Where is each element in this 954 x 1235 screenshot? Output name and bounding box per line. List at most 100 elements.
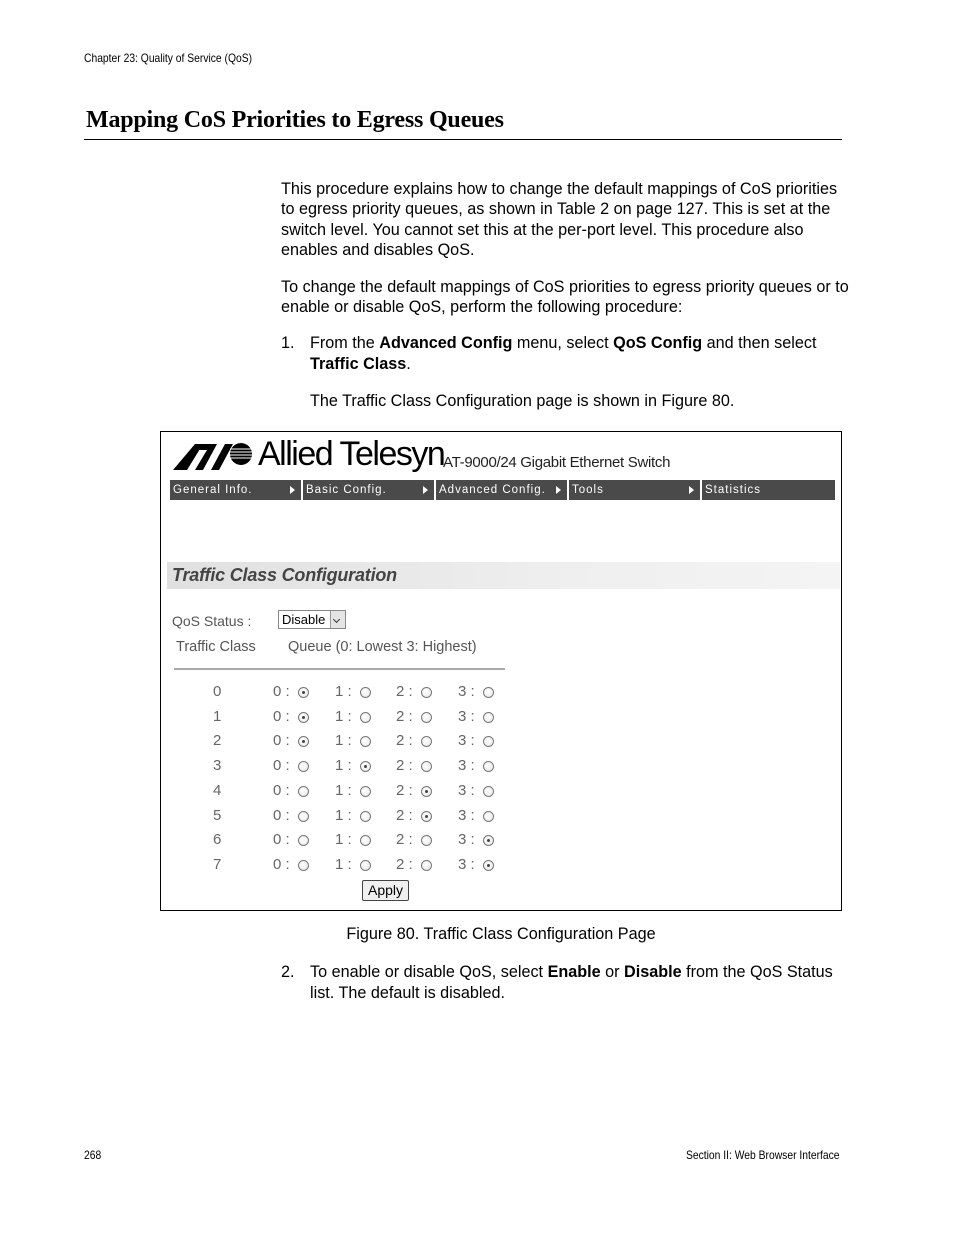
step-number: 2. xyxy=(281,963,295,981)
queue-radio[interactable] xyxy=(483,687,494,698)
queue-label: 2 : xyxy=(396,707,413,725)
queue-radio[interactable] xyxy=(360,859,371,871)
queue-label: 3 : xyxy=(458,732,475,750)
queue-radio[interactable] xyxy=(298,859,309,871)
queue-label: 2 : xyxy=(396,683,413,700)
queue-radio[interactable] xyxy=(360,687,371,698)
qos-status-value: Disable xyxy=(282,612,326,627)
queue-radio[interactable] xyxy=(483,810,494,822)
queue-label: 2 : xyxy=(396,855,413,873)
allied-telesyn-logo-icon xyxy=(173,443,252,470)
queue-radio[interactable] xyxy=(298,687,309,698)
queue-label: 1 : xyxy=(335,831,352,849)
queue-radio[interactable] xyxy=(360,736,371,748)
queue-radio[interactable] xyxy=(360,785,371,797)
traffic-class-row: 7 0 : 1 : 2 : 3 : xyxy=(161,856,521,876)
queue-label: 0 : xyxy=(273,806,290,824)
table-divider xyxy=(174,668,505,670)
queue-radio[interactable] xyxy=(360,835,371,847)
queue-label: 1 : xyxy=(335,707,352,725)
queue-label: 3 : xyxy=(458,855,475,873)
queue-label: 2 : xyxy=(396,732,413,750)
queue-label: 2 : xyxy=(396,806,413,824)
queue-radio[interactable] xyxy=(298,736,309,748)
bold-term: Disable xyxy=(624,963,682,981)
figure-traffic-class-page: Allied Telesyn AT-9000/24 Gigabit Ethern… xyxy=(160,431,842,911)
nav-label: Advanced Config. xyxy=(439,484,546,496)
queue-label: 1 : xyxy=(335,757,352,775)
queue-radio[interactable] xyxy=(421,711,432,723)
nav-statistics[interactable]: Statistics xyxy=(702,480,835,500)
queue-radio[interactable] xyxy=(421,859,432,871)
running-header: Chapter 23: Quality of Service (QoS) xyxy=(84,51,253,65)
figure-caption: Figure 80. Traffic Class Configuration P… xyxy=(346,925,656,943)
queue-radio[interactable] xyxy=(483,785,494,797)
brand-name: Allied Telesyn xyxy=(258,435,446,473)
queue-radio[interactable] xyxy=(298,835,309,847)
traffic-class-number: 0 xyxy=(213,683,222,700)
text-run: or xyxy=(600,963,625,981)
queue-radio[interactable] xyxy=(298,785,309,797)
nav-general-info[interactable]: General Info. xyxy=(170,480,301,500)
chevron-down-icon[interactable] xyxy=(330,611,345,628)
panel-title-bar: Traffic Class Configuration xyxy=(167,562,840,589)
queue-label: 1 : xyxy=(335,855,352,873)
queue-radio[interactable] xyxy=(483,761,494,773)
queue-radio[interactable] xyxy=(483,859,494,871)
step-number: 1. xyxy=(281,334,295,352)
queue-radio[interactable] xyxy=(298,761,309,773)
queue-radio[interactable] xyxy=(421,761,432,773)
traffic-class-row: 6 0 : 1 : 2 : 3 : xyxy=(161,831,521,851)
queue-label: 1 : xyxy=(335,732,352,750)
queue-label: 1 : xyxy=(335,683,352,700)
queue-radio[interactable] xyxy=(298,711,309,723)
queue-radio[interactable] xyxy=(483,711,494,723)
queue-label: 0 : xyxy=(273,757,290,775)
traffic-class-row: 3 0 : 1 : 2 : 3 : xyxy=(161,757,521,777)
queue-radio[interactable] xyxy=(360,761,371,773)
traffic-class-row: 4 0 : 1 : 2 : 3 : xyxy=(161,782,521,802)
queue-radio[interactable] xyxy=(360,810,371,822)
queue-radio[interactable] xyxy=(421,736,432,748)
queue-label: 0 : xyxy=(273,707,290,725)
queue-radio[interactable] xyxy=(298,810,309,822)
queue-radio[interactable] xyxy=(360,711,371,723)
queue-label: 0 : xyxy=(273,831,290,849)
text-run: and then select xyxy=(702,334,817,352)
queue-radio[interactable] xyxy=(421,835,432,847)
traffic-class-header: Traffic Class xyxy=(176,639,256,655)
traffic-class-row: 0 0 : 1 : 2 : 3 : xyxy=(161,683,521,703)
traffic-class-number: 7 xyxy=(213,855,222,873)
nav-label: Basic Config. xyxy=(306,484,387,496)
traffic-class-number: 6 xyxy=(213,831,222,849)
step-text: From the Advanced Config menu, select Qo… xyxy=(310,333,855,375)
traffic-class-row: 1 0 : 1 : 2 : 3 : xyxy=(161,708,521,728)
traffic-class-number: 4 xyxy=(213,781,222,799)
nav-basic-config[interactable]: Basic Config. xyxy=(303,480,434,500)
apply-button[interactable]: Apply xyxy=(362,880,409,901)
bold-term: Enable xyxy=(547,963,601,981)
nav-tools[interactable]: Tools xyxy=(569,480,700,500)
queue-label: 0 : xyxy=(273,855,290,873)
queue-radio[interactable] xyxy=(421,785,432,797)
queue-label: 1 : xyxy=(335,806,352,824)
queue-label: 3 : xyxy=(458,831,475,849)
queue-label: 2 : xyxy=(396,757,413,775)
queue-label: 2 : xyxy=(396,831,413,849)
queue-radio[interactable] xyxy=(421,810,432,822)
chevron-right-icon xyxy=(423,486,428,494)
queue-label: 0 : xyxy=(273,781,290,799)
queue-label: 2 : xyxy=(396,781,413,799)
step-text: To enable or disable QoS, select Enable … xyxy=(310,962,855,1004)
text-run: . xyxy=(406,355,411,373)
qos-status-select[interactable]: Disable xyxy=(278,610,346,629)
queue-radio[interactable] xyxy=(483,835,494,847)
nav-advanced-config[interactable]: Advanced Config. xyxy=(436,480,567,500)
queue-radio[interactable] xyxy=(483,736,494,748)
queue-label: 0 : xyxy=(273,732,290,750)
queue-radio[interactable] xyxy=(421,687,432,698)
nav-label: Tools xyxy=(572,484,604,496)
queue-label: 3 : xyxy=(458,781,475,799)
nav-label: Statistics xyxy=(705,484,762,496)
bold-term: Advanced Config xyxy=(379,334,513,352)
